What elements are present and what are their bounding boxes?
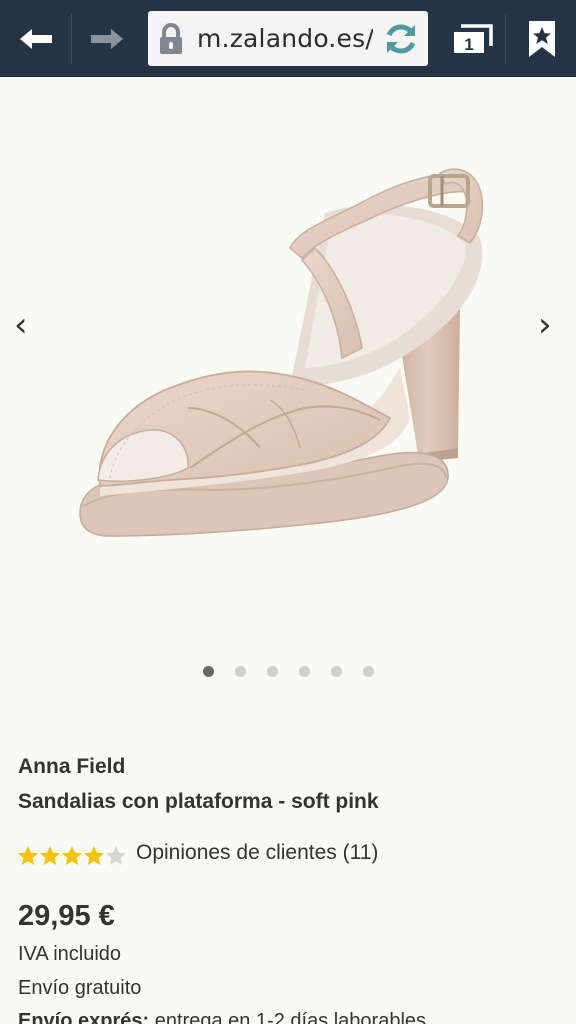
bookmark-star-icon <box>529 20 555 57</box>
vat-note: IVA incluido <box>18 943 122 965</box>
product-gallery[interactable]: ‹ › <box>0 78 576 708</box>
bookmark-button[interactable] <box>508 0 576 77</box>
forward-button[interactable] <box>72 0 142 77</box>
back-button[interactable] <box>0 0 72 77</box>
product-price: 29,95 € <box>18 900 115 932</box>
back-arrow-icon <box>20 28 52 49</box>
gallery-pagination <box>0 666 576 678</box>
tabs-button[interactable]: 1 <box>438 0 508 77</box>
gallery-dot[interactable] <box>331 666 342 677</box>
express-text: entrega en 1-2 días laborables <box>149 1010 427 1024</box>
gallery-dot[interactable] <box>299 666 310 677</box>
product-brand[interactable]: Anna Field <box>18 755 125 779</box>
forward-arrow-icon <box>91 28 123 49</box>
gallery-dot[interactable] <box>363 666 374 677</box>
star-empty-icon <box>106 846 126 865</box>
product-name: Sandalias con plataforma - soft pink <box>18 790 379 813</box>
shipping-note: Envío gratuito <box>18 977 142 999</box>
reload-icon[interactable] <box>382 20 420 58</box>
lock-icon <box>160 23 182 54</box>
rating-stars[interactable] <box>17 845 129 867</box>
gallery-next-arrow[interactable]: › <box>538 308 552 342</box>
gallery-dot[interactable] <box>267 666 278 677</box>
express-shipping-note: Envío exprés: entrega en 1-2 días labora… <box>18 1010 426 1024</box>
express-label: Envío exprés: <box>18 1010 150 1024</box>
star-filled-icon <box>84 846 104 865</box>
customer-reviews-link[interactable]: Opiniones de clientes (11) <box>136 841 378 865</box>
gallery-prev-arrow[interactable]: ‹ <box>14 308 28 342</box>
gallery-dot[interactable] <box>235 666 246 677</box>
star-filled-icon <box>62 846 82 865</box>
url-text[interactable]: m.zalando.es/c <box>197 24 373 54</box>
toolbar-divider-right <box>505 14 506 64</box>
tabs-icon: 1 <box>454 23 493 54</box>
tab-count: 1 <box>464 35 473 54</box>
gallery-dot[interactable] <box>203 666 214 677</box>
product-image[interactable] <box>70 118 510 558</box>
address-bar[interactable]: m.zalando.es/c <box>148 11 428 66</box>
star-filled-icon <box>40 846 60 865</box>
star-filled-icon <box>18 846 38 865</box>
browser-toolbar: m.zalando.es/c 1 <box>0 0 576 77</box>
